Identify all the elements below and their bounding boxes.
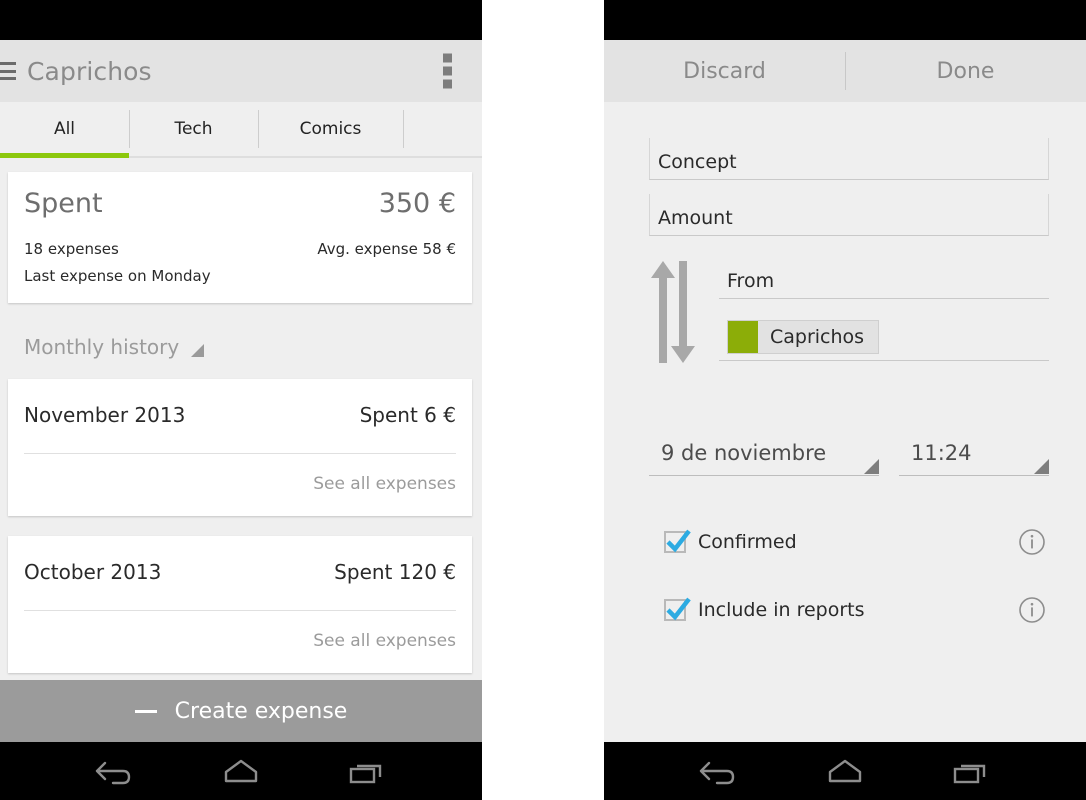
right-phone-screen: Discard Done Concept Amount From Caprich…: [604, 0, 1086, 800]
see-all-expenses-link[interactable]: See all expenses: [24, 454, 456, 516]
info-icon[interactable]: [1018, 528, 1046, 556]
spinner-triangle-icon: [191, 343, 205, 357]
month-card[interactable]: November 2013 Spent 6 € See all expenses: [8, 379, 472, 516]
spinner-triangle-icon: [864, 459, 879, 474]
left-phone-screen: Caprichos All Tech Comics Spent 350 € 18…: [0, 0, 482, 800]
spinner-triangle-icon: [1034, 459, 1049, 474]
swap-vertical-arrows-icon[interactable]: [650, 257, 696, 367]
summary-amount: 350 €: [378, 188, 456, 219]
recents-icon[interactable]: [949, 754, 993, 788]
include-in-reports-checkbox[interactable]: [664, 597, 691, 621]
concept-value: Concept: [658, 151, 737, 173]
expense-count: 18 expenses: [24, 240, 119, 258]
recents-icon[interactable]: [345, 754, 389, 788]
category-field[interactable]: Caprichos: [719, 313, 1049, 361]
system-navigation-bar: [0, 742, 482, 800]
month-name: November 2013: [24, 403, 186, 427]
time-value: 11:24: [911, 440, 972, 465]
summary-stats-row: 18 expenses Avg. expense 58 €: [24, 240, 456, 258]
hamburger-icon[interactable]: [0, 62, 16, 80]
date-picker[interactable]: 9 de noviembre: [649, 430, 879, 476]
home-icon[interactable]: [823, 754, 867, 788]
discard-button[interactable]: Discard: [604, 40, 845, 102]
status-bar: [604, 0, 1086, 40]
discard-label: Discard: [683, 58, 766, 84]
tab-comics-label: Comics: [299, 119, 362, 139]
system-navigation-bar: [604, 742, 1086, 800]
month-header: October 2013 Spent 120 €: [24, 536, 456, 610]
month-spent: Spent 6 €: [359, 403, 456, 427]
category-chip[interactable]: Caprichos: [727, 319, 880, 354]
overflow-menu-icon[interactable]: [443, 53, 452, 89]
back-icon[interactable]: [93, 754, 137, 788]
date-value: 9 de noviembre: [661, 440, 827, 465]
section-title-label: Monthly history: [24, 335, 180, 359]
tab-all-label: All: [53, 119, 76, 139]
minus-icon: [134, 709, 157, 713]
concept-field[interactable]: Concept: [649, 138, 1049, 180]
done-label: Done: [936, 58, 995, 84]
confirmed-checkbox[interactable]: [664, 529, 691, 553]
tab-bar: All Tech Comics: [0, 102, 482, 158]
home-icon[interactable]: [219, 754, 263, 788]
status-bar: [0, 0, 482, 40]
tab-tech-label: Tech: [174, 119, 213, 139]
month-card[interactable]: October 2013 Spent 120 € See all expense…: [8, 536, 472, 673]
amount-value: Amount: [658, 207, 733, 229]
summary-label: Spent: [24, 188, 103, 219]
color-swatch-icon: [728, 320, 758, 353]
tab-tech[interactable]: Tech: [129, 102, 258, 156]
summary-card[interactable]: Spent 350 € 18 expenses Avg. expense 58 …: [8, 172, 472, 303]
back-icon[interactable]: [697, 754, 741, 788]
page-title: Caprichos: [27, 56, 152, 86]
confirmed-label: Confirmed: [698, 531, 797, 553]
see-all-expenses-link[interactable]: See all expenses: [24, 611, 456, 673]
month-spent: Spent 120 €: [334, 560, 456, 584]
action-bar: Caprichos: [0, 40, 482, 102]
tab-overflow-area[interactable]: [403, 102, 482, 156]
info-icon[interactable]: [1018, 596, 1046, 624]
content-scroll-area[interactable]: Spent 350 € 18 expenses Avg. expense 58 …: [0, 164, 482, 742]
month-name: October 2013: [24, 560, 162, 584]
monthly-history-header[interactable]: Monthly history: [24, 335, 482, 359]
amount-field[interactable]: Amount: [649, 194, 1049, 236]
tab-comics[interactable]: Comics: [258, 102, 403, 156]
summary-header: Spent 350 €: [24, 188, 456, 219]
from-value: From: [727, 270, 775, 292]
from-field[interactable]: From: [719, 257, 1049, 299]
month-header: November 2013 Spent 6 €: [24, 379, 456, 453]
done-button[interactable]: Done: [845, 40, 1086, 102]
expense-form: Concept Amount From Caprichos 9 de novie…: [604, 102, 1086, 742]
create-expense-button[interactable]: Create expense: [0, 680, 482, 742]
include-in-reports-row[interactable]: Include in reports: [664, 597, 1046, 623]
confirmed-row[interactable]: Confirmed: [664, 529, 1046, 555]
create-expense-label: Create expense: [174, 698, 348, 724]
category-name: Caprichos: [770, 325, 865, 348]
last-expense-text: Last expense on Monday: [24, 267, 211, 285]
tab-all[interactable]: All: [0, 102, 129, 156]
include-in-reports-label: Include in reports: [698, 599, 865, 621]
discard-done-bar: Discard Done: [604, 40, 1086, 102]
average-expense: Avg. expense 58 €: [317, 240, 456, 258]
time-picker[interactable]: 11:24: [899, 430, 1049, 476]
selected-tab-indicator: [0, 153, 129, 158]
